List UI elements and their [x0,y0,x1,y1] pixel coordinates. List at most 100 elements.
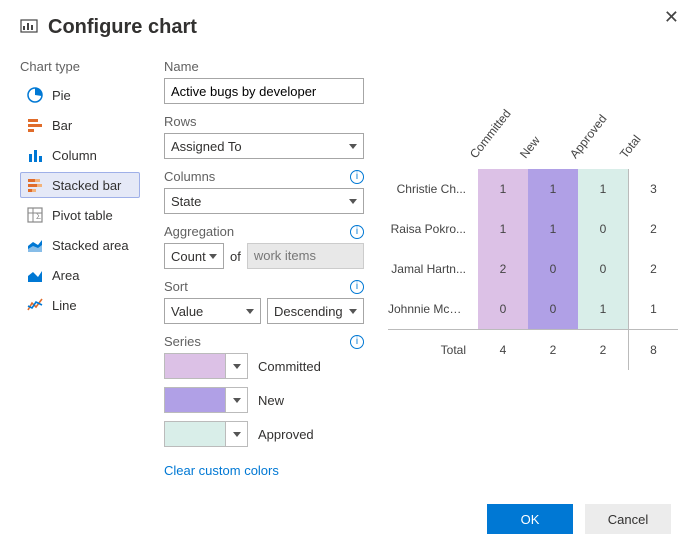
aggregation-select[interactable]: Count [164,243,224,269]
preview-cell: 0 [528,289,578,329]
chart-type-label-text: Stacked area [52,238,129,253]
columns-select[interactable]: State [164,188,364,214]
pie-icon [26,86,44,104]
chart-type-label-text: Pivot table [52,208,113,223]
series-label-text: Approved [258,427,314,442]
series-color-dropdown[interactable] [226,387,248,413]
preview-total-cell: 2 [528,330,578,370]
chart-type-label-text: Area [52,268,79,283]
preview-row-name: Jamal Hartn... [388,262,478,276]
series-color-swatch[interactable] [164,421,226,447]
chart-type-label-text: Line [52,298,77,313]
series-row: New [164,387,364,413]
aggregation-of-text: of [230,249,241,264]
name-input[interactable] [164,78,364,104]
ok-button[interactable]: OK [487,504,573,534]
configure-chart-dialog: ✕ Configure chart Chart type Pie Bar Col… [0,0,691,538]
clear-custom-colors-link[interactable]: Clear custom colors [164,463,279,478]
preview-total-row: Total4228 [388,329,678,369]
preview-total-cell: 2 [578,330,628,370]
info-icon[interactable]: i [350,280,364,294]
chevron-down-icon [233,398,241,403]
column-icon [26,146,44,164]
preview-cell: 2 [628,249,678,289]
info-icon[interactable]: i [350,335,364,349]
chart-type-line[interactable]: Line [20,292,140,318]
rows-label: Rows [164,114,364,129]
chart-type-pivot-table[interactable]: Σ Pivot table [20,202,140,228]
chart-preview: CommittedNewApprovedTotal Christie Ch...… [388,59,678,369]
chevron-down-icon [349,144,357,149]
preview-cell: 2 [478,249,528,289]
dialog-footer: OK Cancel [487,504,671,534]
preview-column-header: Approved [567,113,609,161]
chart-type-label-text: Pie [52,88,71,103]
chevron-down-icon [349,199,357,204]
chart-type-bar[interactable]: Bar [20,112,140,138]
series-label: Series i [164,334,364,349]
chevron-down-icon [349,309,357,314]
preview-cell: 1 [478,209,528,249]
info-icon[interactable]: i [350,170,364,184]
cancel-button[interactable]: Cancel [585,504,671,534]
chevron-down-icon [233,364,241,369]
series-color-swatch[interactable] [164,387,226,413]
preview-row-name: Johnnie McL... [388,302,478,316]
series-label-text: Committed [258,359,321,374]
chart-type-stacked-area[interactable]: Stacked area [20,232,140,258]
preview-cell: 0 [578,209,628,249]
preview-row-name: Raisa Pokro... [388,222,478,236]
series-color-dropdown[interactable] [226,353,248,379]
chevron-down-icon [209,254,217,259]
preview-cell: 1 [628,289,678,329]
chevron-down-icon [246,309,254,314]
preview-cell: 2 [628,209,678,249]
svg-text:Σ: Σ [36,212,41,221]
preview-cell: 1 [528,169,578,209]
columns-label: Columns i [164,169,364,184]
series-color-swatch[interactable] [164,353,226,379]
chart-type-area[interactable]: Area [20,262,140,288]
preview-row: Jamal Hartn...2002 [388,249,678,289]
dialog-title: Configure chart [48,16,197,39]
config-panel: Name Rows Assigned To Columns i State Ag… [164,59,364,478]
line-icon [26,296,44,314]
sort-label: Sort i [164,279,364,294]
series-row: Approved [164,421,364,447]
preview-cell: 1 [578,169,628,209]
preview-cell: 1 [478,169,528,209]
preview-cell: 3 [628,169,678,209]
preview-row-name: Christie Ch... [388,182,478,196]
chart-type-column[interactable]: Column [20,142,140,168]
preview-row: Christie Ch...1113 [388,169,678,209]
preview-row: Johnnie McL...0011 [388,289,678,329]
preview-total-cell: 4 [478,330,528,370]
bar-icon [26,116,44,134]
series-color-dropdown[interactable] [226,421,248,447]
name-label: Name [164,59,364,74]
preview-cell: 1 [528,209,578,249]
preview-column-header: Total [617,113,659,161]
chart-type-label: Chart type [20,59,140,74]
chart-type-label-text: Stacked bar [52,178,121,193]
chart-type-stacked-bar[interactable]: Stacked bar [20,172,140,198]
preview-column-header: New [517,113,559,161]
stacked-area-icon [26,236,44,254]
series-row: Committed [164,353,364,379]
preview-total-label: Total [388,343,478,357]
chart-config-icon [20,17,38,38]
chevron-down-icon [233,432,241,437]
rows-select[interactable]: Assigned To [164,133,364,159]
chart-type-panel: Chart type Pie Bar Column Stacked bar Σ … [20,59,140,322]
close-icon[interactable]: ✕ [664,8,679,26]
aggregation-label: Aggregation i [164,224,364,239]
area-icon [26,266,44,284]
preview-total-cell: 8 [628,330,678,370]
info-icon[interactable]: i [350,225,364,239]
sort-by-select[interactable]: Value [164,298,261,324]
pivot-table-icon: Σ [26,206,44,224]
chart-type-pie[interactable]: Pie [20,82,140,108]
sort-dir-select[interactable]: Descending [267,298,364,324]
chart-type-label-text: Column [52,148,97,163]
preview-row: Raisa Pokro...1102 [388,209,678,249]
